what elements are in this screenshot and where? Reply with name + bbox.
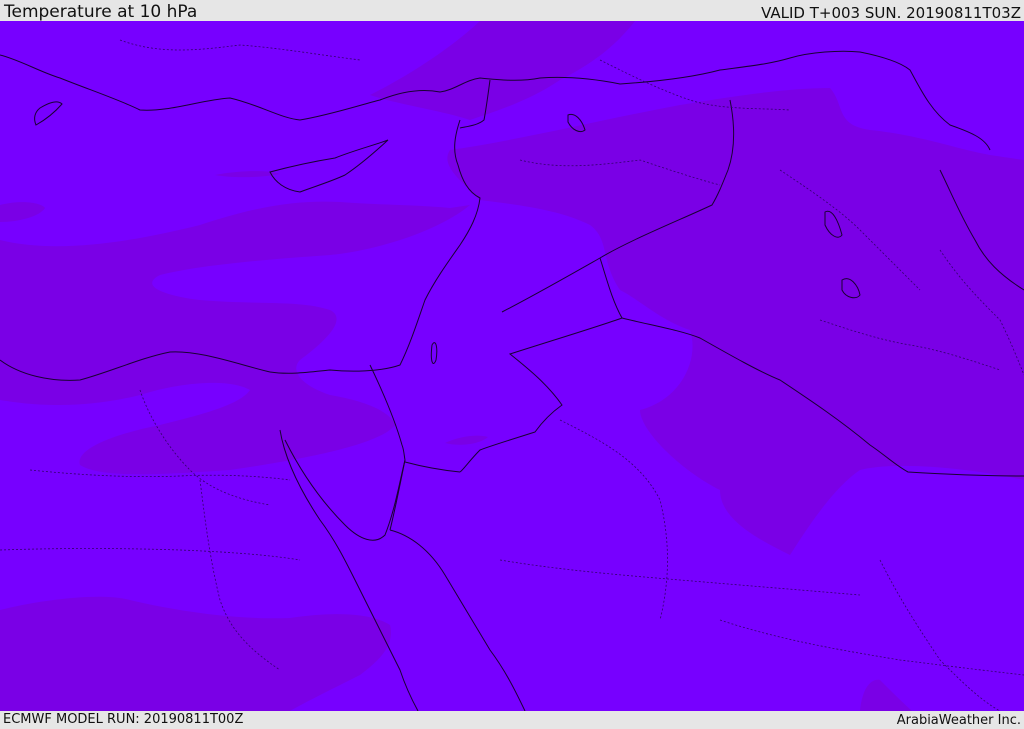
map-area[interactable] bbox=[0, 21, 1024, 711]
temperature-map bbox=[0, 21, 1024, 711]
valid-time: VALID T+003 SUN. 20190811T03Z bbox=[761, 4, 1021, 22]
map-title: Temperature at 10 hPa bbox=[4, 2, 198, 22]
model-run-label: ECMWF MODEL RUN: 20190811T00Z bbox=[3, 712, 244, 727]
header-bar: Temperature at 10 hPa VALID T+003 SUN. 2… bbox=[0, 0, 1024, 21]
credit-label: ArabiaWeather Inc. bbox=[896, 713, 1021, 728]
footer-bar: ECMWF MODEL RUN: 20190811T00Z ArabiaWeat… bbox=[0, 711, 1024, 729]
